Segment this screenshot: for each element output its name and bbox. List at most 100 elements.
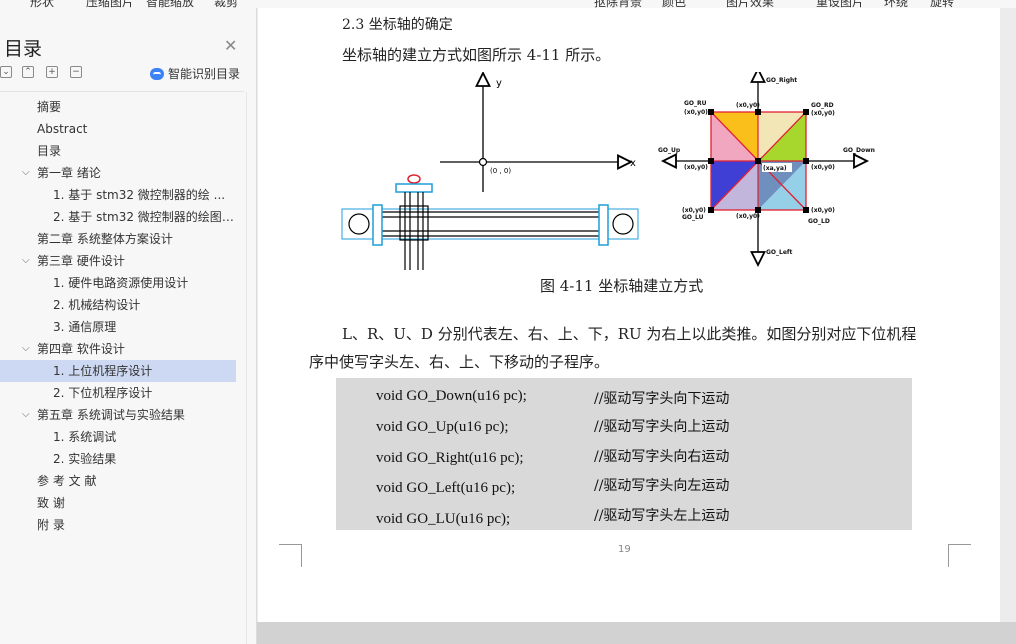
- toc-label: 1. 硬件电路资源使用设计: [53, 276, 189, 290]
- toc-label: 第三章 硬件设计: [37, 254, 125, 268]
- direction-figure: GO_Right GO_Left GO_Up GO_Down GO_RU GO_…: [658, 72, 875, 268]
- toc-section[interactable]: 1. 系统调试: [0, 426, 236, 448]
- smart-toc-button[interactable]: 智能识别目录: [150, 65, 240, 82]
- toc-label: 2. 实验结果: [53, 452, 117, 466]
- origin-label: (0 , 0): [490, 167, 511, 175]
- toc-label: 参 考 文 献: [37, 474, 97, 488]
- center-label: (xa,ya): [763, 165, 787, 172]
- toc-chapter[interactable]: Abstract: [0, 118, 236, 140]
- code-line-comment: //驱动写字头向下运动: [594, 391, 730, 407]
- toc-section[interactable]: 2. 基于 stm32 微控制器的绘图 ...: [0, 206, 236, 228]
- toc-section[interactable]: 3. 通信原理: [0, 316, 236, 338]
- chevron-down-icon[interactable]: ⌵: [22, 162, 30, 184]
- divider: [0, 91, 244, 92]
- axis-figure: y x (0 , 0): [341, 72, 639, 270]
- code-line-comment: //驱动写字头左上运动: [594, 508, 730, 524]
- page-number: 19: [618, 544, 631, 555]
- y-axis-label: y: [496, 78, 502, 89]
- code-line-comment: //驱动写字头向右运动: [594, 449, 730, 465]
- chevron-down-icon[interactable]: ⌵: [22, 250, 30, 272]
- go-lu-label: GO_LU: [682, 214, 704, 221]
- toc-section[interactable]: 1. 基于 stm32 微控制器的绘 ...: [0, 184, 236, 206]
- toc-label: 目录: [37, 144, 62, 158]
- toc-chapter[interactable]: ⌵ 第四章 软件设计: [0, 338, 236, 360]
- toc-chapter[interactable]: 目录: [0, 140, 236, 162]
- go-ru-label: GO_RU: [684, 100, 707, 107]
- toc-label: 1. 上位机程序设计: [53, 364, 153, 378]
- toc-chapter[interactable]: ⌵ 第五章 系统调试与实验结果: [0, 404, 236, 426]
- toc-label: 第四章 软件设计: [37, 342, 125, 356]
- remove-icon[interactable]: −: [70, 66, 82, 78]
- toc-label: 致 谢: [37, 496, 65, 510]
- toc-sidebar: 目录 ✕ ⌄ ⌃ + − 智能识别目录 摘要 Abstract 目录 ⌵ 第一章 绪论 1…: [0, 8, 257, 644]
- add-icon[interactable]: +: [46, 66, 58, 78]
- toc-section[interactable]: 1. 硬件电路资源使用设计: [0, 272, 236, 294]
- toc-label: 附 录: [37, 518, 65, 532]
- toc-label: 第二章 系统整体方案设计: [37, 232, 173, 246]
- body-paragraph-line1: L、R、U、D 分别代表左、右、上、下，RU 为右上以此类推。如图分别对应下位机…: [342, 325, 917, 343]
- go-right-label: GO_Right: [766, 77, 797, 84]
- toc-label: 2. 机械结构设计: [53, 298, 141, 312]
- code-line-fn: void GO_Right(u16 pc);: [376, 450, 524, 466]
- code-block: void GO_Down(u16 pc); //驱动写字头向下运动 void G…: [336, 378, 912, 530]
- toc-section[interactable]: 2. 实验结果: [0, 448, 236, 470]
- figure-caption: 图 4-11 坐标轴建立方式: [540, 277, 704, 295]
- smart-icon: [150, 67, 164, 80]
- toc-chapter[interactable]: 附 录: [0, 514, 236, 536]
- toc-label: 1. 基于 stm32 微控制器的绘 ...: [53, 188, 226, 202]
- toc-label: 摘要: [37, 100, 62, 114]
- coord-label: (x0,y0): [684, 164, 708, 171]
- go-ld-label: GO_LD: [808, 218, 830, 225]
- code-line-fn: void GO_Up(u16 pc);: [376, 419, 509, 435]
- coord-label: (x0,y0): [682, 207, 706, 214]
- toc-label: 第一章 绪论: [37, 166, 101, 180]
- code-line-fn: void GO_LU(u16 pc);: [376, 511, 511, 527]
- toc-section[interactable]: 2. 下位机程序设计: [0, 382, 236, 404]
- code-line-fn: void GO_Down(u16 pc);: [376, 388, 527, 404]
- x-axis-label: x: [630, 158, 636, 169]
- toc-chapter[interactable]: 摘要: [0, 96, 236, 118]
- toc-title: 目录: [4, 38, 43, 60]
- code-line-comment: //驱动写字头向左运动: [594, 478, 730, 494]
- coord-label: (x0,y0): [811, 207, 835, 214]
- coord-label: (x0,y0): [684, 109, 708, 116]
- chevron-down-icon[interactable]: ⌵: [22, 404, 30, 426]
- toc-chapter[interactable]: 参 考 文 献: [0, 470, 236, 492]
- body-paragraph-line2: 序中使写字头左、右、上、下移动的子程序。: [309, 353, 610, 371]
- page-corner-mark: [948, 544, 971, 567]
- origin-point: [478, 157, 488, 167]
- go-down-label: GO_Down: [843, 147, 875, 154]
- toc-section[interactable]: 1. 上位机程序设计: [0, 360, 236, 382]
- coord-label: (x0,y0): [811, 110, 835, 117]
- code-line-fn: void GO_Left(u16 pc);: [376, 480, 516, 496]
- toc-chapter[interactable]: 致 谢: [0, 492, 236, 514]
- toc-label: 3. 通信原理: [53, 320, 117, 334]
- toc-section[interactable]: 2. 机械结构设计: [0, 294, 236, 316]
- toc-chapter[interactable]: 第二章 系统整体方案设计: [0, 228, 236, 250]
- go-left-label: GO_Left: [766, 249, 793, 256]
- intro-paragraph: 坐标轴的建立方式如图所示 4-11 所示。: [342, 46, 611, 64]
- toc-label: Abstract: [37, 122, 88, 136]
- toc-label: 第五章 系统调试与实验结果: [37, 408, 185, 422]
- toc-label: 1. 系统调试: [53, 430, 117, 444]
- toc-label: 2. 下位机程序设计: [53, 386, 153, 400]
- smart-toc-label: 智能识别目录: [168, 67, 241, 81]
- coord-label: (x0,y0): [736, 102, 760, 109]
- toc-label: 2. 基于 stm32 微控制器的绘图 ...: [53, 210, 236, 224]
- page-gap: [257, 622, 1016, 644]
- expand-icon[interactable]: ⌃: [22, 66, 34, 78]
- toc-chapter[interactable]: ⌵ 第一章 绪论: [0, 162, 236, 184]
- rail-mechanism: [341, 174, 639, 270]
- page-corner-mark: [279, 544, 302, 567]
- scrollbar[interactable]: [246, 92, 247, 644]
- collapse-icon[interactable]: ⌄: [0, 66, 12, 78]
- close-icon[interactable]: ✕: [224, 36, 237, 55]
- chevron-down-icon[interactable]: ⌵: [22, 338, 30, 360]
- toc-chapter[interactable]: ⌵ 第三章 硬件设计: [0, 250, 236, 272]
- coord-label: (x0,y0): [736, 213, 760, 220]
- go-up-label: GO_Up: [658, 147, 681, 154]
- code-line-comment: //驱动写字头向上运动: [594, 419, 730, 435]
- go-rd-label: GO_RD: [811, 102, 834, 109]
- section-heading: 2.3 坐标轴的确定: [342, 17, 453, 33]
- coord-label: (x0,y0): [811, 164, 835, 171]
